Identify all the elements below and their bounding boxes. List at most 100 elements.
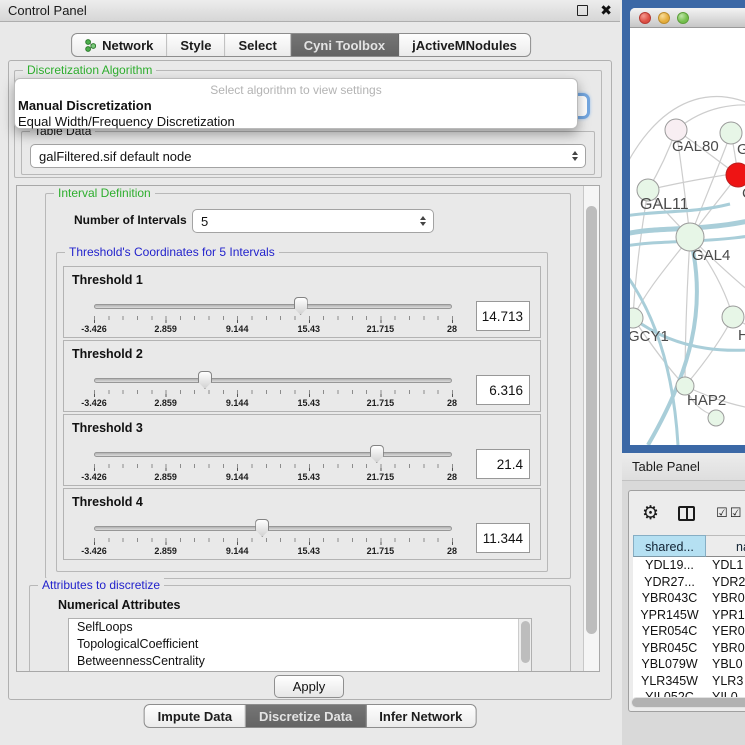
network-view-window: GAL80 GA C GAL11 GAL4 GCY1 H HAP2 [630, 8, 745, 445]
attribute-list-item[interactable]: BetweennessCentrality [69, 653, 531, 670]
tab-infer-network[interactable]: Infer Network [366, 705, 475, 727]
float-window-icon[interactable] [577, 5, 588, 16]
attribute-list-item[interactable]: SelfLoops [69, 619, 531, 636]
zoom-button[interactable] [677, 12, 689, 24]
number-of-intervals-value: 5 [201, 214, 208, 229]
tab-jactivemnodules[interactable]: jActiveMNodules [399, 34, 530, 56]
scrollbar-thumb[interactable] [586, 206, 597, 634]
table-data-combobox[interactable]: galFiltered.sif default node [30, 144, 586, 168]
table-panel-titlebar: Table Panel [622, 453, 745, 481]
numerical-attributes-listbox: SelfLoops TopologicalCoefficient Between… [68, 618, 532, 672]
table-row[interactable]: YDL19... YDL1 [633, 557, 745, 574]
slider-tick-labels: -3.426 2.859 9.144 15.43 21.715 28 [94, 546, 452, 557]
network-canvas[interactable]: GAL80 GA C GAL11 GAL4 GCY1 H HAP2 [630, 28, 745, 445]
threshold-value-field[interactable] [476, 449, 530, 479]
slider-track[interactable] [94, 304, 452, 309]
column-header-shared-name[interactable]: shared... [633, 535, 706, 557]
table-row[interactable]: YBR043C YBR0 [633, 590, 745, 607]
slider-handle[interactable] [370, 445, 384, 463]
table-horizontal-scrollbar [631, 697, 745, 708]
slider-ticks [94, 316, 453, 323]
slider-handle[interactable] [255, 519, 269, 537]
slider-track[interactable] [94, 378, 452, 383]
threshold-label: Threshold 1 [72, 273, 143, 287]
gear-icon[interactable]: ⚙ [642, 504, 659, 523]
network-window-frame: GAL80 GA C GAL11 GAL4 GCY1 H HAP2 [622, 0, 745, 453]
node-label: GCY1 [630, 328, 669, 345]
control-panel: Control Panel ✖ Network Style Select Cyn… [0, 0, 620, 745]
scrollbar-thumb[interactable] [632, 698, 745, 707]
slider-tick-labels: -3.426 2.859 9.144 15.43 21.715 28 [94, 398, 452, 409]
table-row[interactable]: YLR345W YLR3 [633, 673, 745, 690]
control-panel-tabs: Network Style Select Cyni Toolbox jActiv… [71, 33, 531, 57]
slider-handle[interactable] [198, 371, 212, 389]
apply-button[interactable]: Apply [274, 675, 344, 698]
algorithm-dropdown-popup: Select algorithm to view settings Manual… [14, 78, 578, 129]
node-label: H [738, 327, 745, 344]
popup-option-manual-discretization[interactable]: Manual Discretization [15, 98, 577, 114]
table-toolbar: ⚙ ☑ ☑ [629, 491, 745, 535]
threshold-value-field[interactable] [476, 523, 530, 553]
combo-arrows-icon [420, 216, 426, 226]
table-data-group: Table Data galFiltered.sif default node [21, 131, 595, 175]
checkbox-icon[interactable]: ☑ [716, 507, 728, 520]
table-row[interactable]: YBR045C YBR0 [633, 640, 745, 657]
checkbox-icon[interactable]: ☑ [730, 507, 742, 520]
node-red [726, 163, 745, 187]
tab-select[interactable]: Select [225, 34, 290, 56]
popup-option-equal-width-frequency[interactable]: Equal Width/Frequency Discretization [15, 114, 577, 130]
column-header-name[interactable]: na [706, 535, 745, 557]
right-pane: GAL80 GA C GAL11 GAL4 GCY1 H HAP2 Table … [622, 0, 745, 745]
node-table: shared... na YDL19... YDL1 YDR27... YDR2… [633, 535, 745, 557]
threshold-value-field[interactable] [476, 375, 530, 405]
minimize-button[interactable] [658, 12, 670, 24]
tab-discretize-data[interactable]: Discretize Data [246, 705, 366, 727]
tab-style[interactable]: Style [167, 34, 225, 56]
slider-ticks [94, 390, 453, 397]
node-label: GAL11 [640, 196, 689, 213]
close-icon[interactable]: ✖ [600, 4, 612, 18]
threshold-slider: -3.426 2.859 9.144 15.43 21.715 28 [94, 445, 452, 483]
slider-tick-labels: -3.426 2.859 9.144 15.43 21.715 28 [94, 324, 452, 335]
node-label: GA [737, 141, 745, 158]
slider-tick-labels: -3.426 2.859 9.144 15.43 21.715 28 [94, 472, 452, 483]
attributes-group: Attributes to discretize Numerical Attri… [29, 585, 571, 672]
slider-track[interactable] [94, 452, 452, 457]
threshold-value-field[interactable] [476, 301, 530, 331]
close-button[interactable] [639, 12, 651, 24]
threshold-panel: Threshold 4 -3.426 2.859 9.144 15.43 21.… [63, 488, 541, 560]
table-row[interactable]: YPR145W YPR1 [633, 607, 745, 624]
attribute-list-item[interactable]: TopologicalCoefficient [69, 636, 531, 653]
tab-network[interactable]: Network [72, 34, 167, 56]
attribute-list: SelfLoops TopologicalCoefficient Between… [69, 619, 531, 670]
settings-scrollpane: Interval Definition Number of Intervals … [16, 185, 600, 672]
tab-cyni-toolbox[interactable]: Cyni Toolbox [291, 34, 399, 56]
slider-handle[interactable] [294, 297, 308, 315]
tab-network-label: Network [102, 38, 153, 53]
node-partial [708, 410, 724, 426]
node-h [722, 306, 744, 328]
slider-track[interactable] [94, 526, 452, 531]
node-label: HAP2 [687, 392, 726, 409]
number-of-intervals-combobox[interactable]: 5 [192, 209, 434, 233]
network-graph: GAL80 GA C GAL11 GAL4 GCY1 H HAP2 [630, 28, 745, 445]
table-data-value: galFiltered.sif default node [39, 149, 191, 164]
table-row[interactable]: YBL079W YBL0 [633, 656, 745, 673]
attributes-group-title: Attributes to discretize [38, 578, 164, 592]
table-row[interactable]: YDR27... YDR2 [633, 574, 745, 591]
scrollbar-thumb[interactable] [521, 621, 530, 663]
node-label: GAL80 [672, 138, 719, 155]
numerical-attributes-heading: Numerical Attributes [58, 598, 180, 612]
tab-impute-data[interactable]: Impute Data [145, 705, 246, 727]
threshold-label: Threshold 3 [72, 421, 143, 435]
table-panel-title: Table Panel [632, 459, 700, 474]
table-container: ⚙ ☑ ☑ shared... na YDL19... YDL1 YDR27..… [628, 490, 745, 712]
control-panel-titlebar: Control Panel ✖ [0, 0, 620, 22]
threshold-slider: -3.426 2.859 9.144 15.43 21.715 28 [94, 297, 452, 335]
table-row[interactable]: YER054C YER0 [633, 623, 745, 640]
slider-ticks [94, 538, 453, 545]
interval-definition-title: Interval Definition [54, 186, 155, 200]
split-columns-icon[interactable] [678, 506, 695, 521]
interval-definition-group: Interval Definition Number of Intervals … [45, 193, 571, 579]
table-rows: YDL19... YDL1 YDR27... YDR2 YBR043C YBR0… [633, 557, 745, 705]
